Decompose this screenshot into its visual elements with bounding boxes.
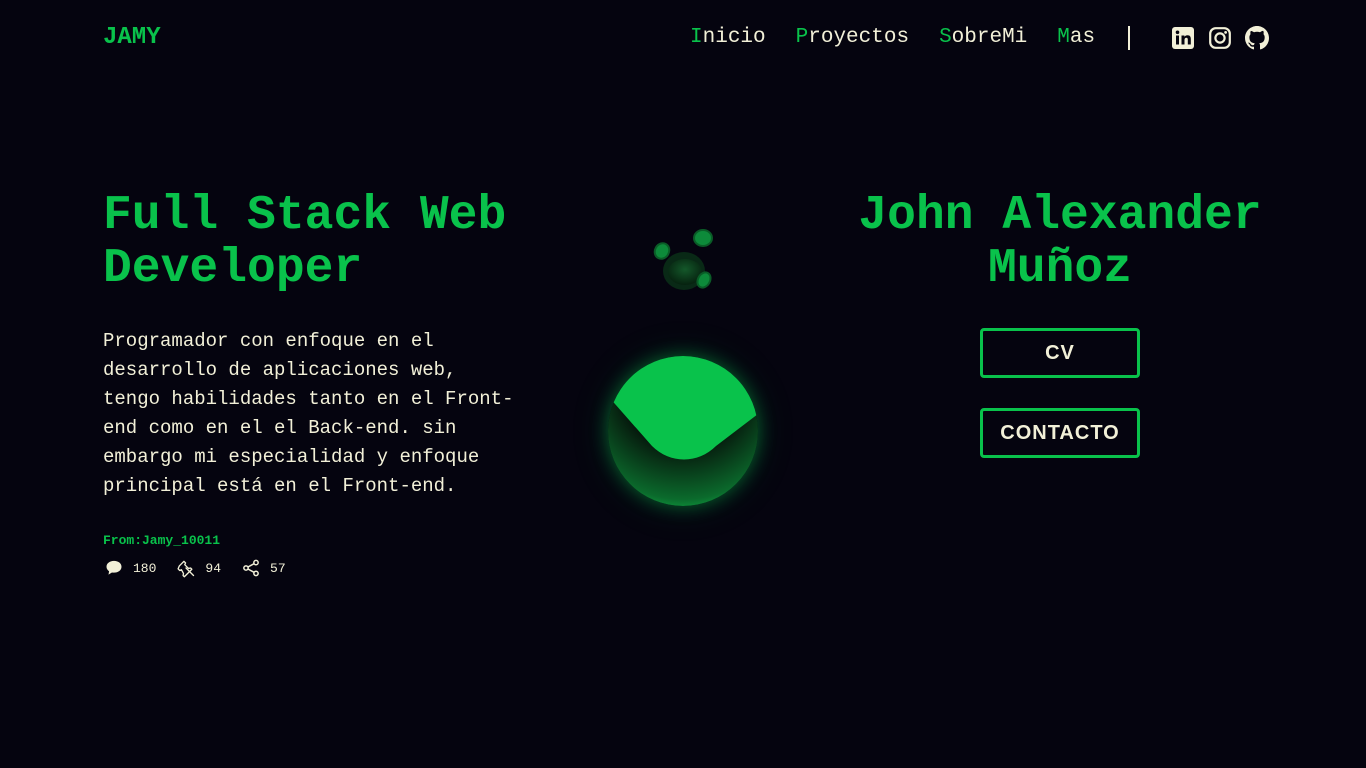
nav-link-initial: M (1057, 26, 1070, 49)
shares-count: 57 (270, 560, 286, 576)
pins-count: 94 (205, 560, 222, 576)
nav-link-sobremi[interactable]: SobreMi (939, 25, 1027, 51)
nav-link-label: royectos (808, 26, 910, 49)
share-icon (243, 559, 259, 577)
comments-stat[interactable]: 180 (104, 558, 156, 578)
instagram-icon[interactable] (1208, 26, 1232, 50)
nav-link-initial: I (690, 26, 703, 49)
profile-name: John Alexander Muñoz (858, 189, 1262, 296)
floating-bubbles-graphic (653, 229, 713, 290)
comment-icon (106, 560, 122, 575)
loader-orb (608, 356, 758, 506)
nav-link-label: as (1069, 26, 1096, 49)
nav-link-label: obreMi (951, 26, 1028, 49)
nav-link-initial: P (795, 26, 809, 49)
hero-author: From:Jamy_10011 (103, 533, 221, 548)
pin-icon (177, 560, 195, 578)
hero-title: Full Stack Web Developer (103, 189, 507, 296)
linkedin-icon[interactable] (1171, 26, 1195, 50)
nav-link-proyectos[interactable]: Proyectos (796, 25, 909, 51)
github-icon[interactable] (1245, 26, 1270, 50)
hero-description: Programador con enfoque en el desarrollo… (103, 330, 514, 497)
main-nav: Inicio Proyectos SobreMi Mas (690, 25, 1270, 51)
cv-button[interactable]: CV (980, 328, 1140, 378)
pins-stat[interactable]: 94 (176, 558, 221, 578)
nav-link-inicio[interactable]: Inicio (690, 25, 766, 51)
site-logo[interactable]: JAMY (103, 24, 161, 52)
shares-stat[interactable]: 57 (241, 558, 286, 578)
comments-count: 180 (133, 560, 157, 576)
stats-bar: 180 94 57 (104, 558, 306, 578)
social-links (1171, 26, 1270, 50)
nav-link-mas[interactable]: Mas (1057, 25, 1095, 51)
nav-link-label: nicio (702, 26, 766, 49)
nav-divider (1128, 26, 1131, 50)
nav-link-initial: S (939, 26, 952, 49)
contact-button[interactable]: CONTACTO (980, 408, 1140, 458)
